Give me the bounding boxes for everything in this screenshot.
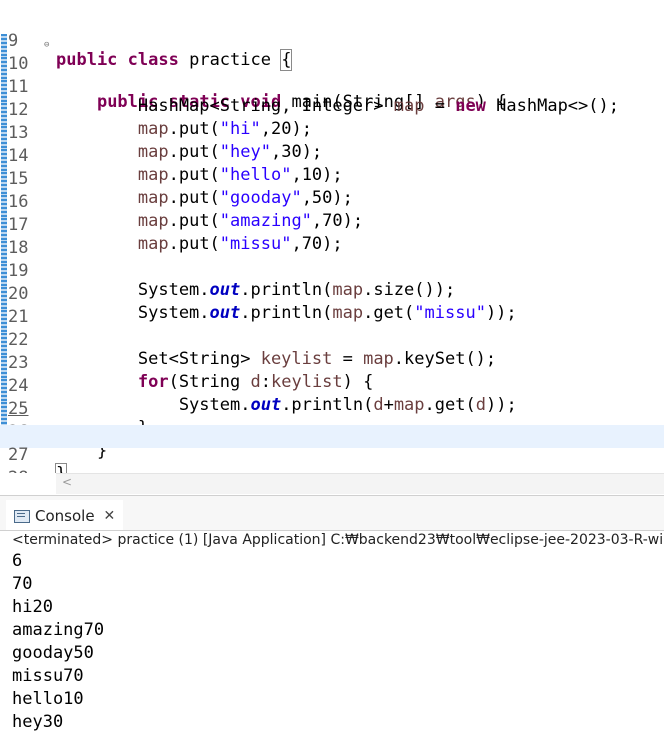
code-line: 12 map.put("hi",20); xyxy=(0,80,664,139)
code-line: 25 } xyxy=(0,379,664,438)
code-editor[interactable]: 9 public class practice { 10 ⊖ public st… xyxy=(0,0,664,473)
code-line: 21 xyxy=(0,287,664,327)
output-line: hello10 xyxy=(12,689,84,709)
console-icon xyxy=(14,509,30,523)
output-line: missu70 xyxy=(12,666,84,686)
code-line: 20 System.out.println(map.get("missu")); xyxy=(0,264,664,323)
code-line: 22 Set<String> keylist = map.keySet(); xyxy=(0,310,664,369)
code-line: 13 map.put("hey",30); xyxy=(0,103,664,162)
current-line-highlight: 27 } xyxy=(0,425,664,473)
output-line: hey30 xyxy=(12,712,64,732)
console-output[interactable]: 6 70 hi20 amazing70 gooday50 missu70 hel… xyxy=(12,550,662,734)
console-status-line: <terminated> practice (1) [Java Applicat… xyxy=(12,532,664,548)
tab-console-label: Console xyxy=(35,507,95,525)
code-line: 14 map.put("hello",10); xyxy=(0,126,664,185)
fold-collapse-icon[interactable]: ⊖ xyxy=(44,34,49,57)
code-line: 18 xyxy=(0,218,664,258)
code-line: 24 System.out.println(d+map.get(d)); xyxy=(0,356,664,415)
horizontal-scrollbar[interactable]: < xyxy=(56,473,664,494)
code-line: 9 public class practice { xyxy=(0,11,664,71)
code-line: 17 map.put("missu",70); xyxy=(0,195,664,254)
code-line: 26 } xyxy=(0,402,664,461)
output-line: amazing70 xyxy=(12,620,105,640)
output-line: gooday50 xyxy=(12,643,94,663)
tab-console[interactable]: Console ✕ xyxy=(6,500,124,530)
output-line: hi20 xyxy=(12,597,53,617)
output-line: 6 xyxy=(12,551,23,571)
scroll-left-icon[interactable]: < xyxy=(62,475,72,489)
code-line: 23 for(String d:keylist) { xyxy=(0,333,664,392)
code-line: 11 HashMap<String, Integer> map = new Ha… xyxy=(0,57,664,116)
close-icon[interactable]: ✕ xyxy=(104,502,116,530)
code-line: 10 ⊖ public static void main(String[] ar… xyxy=(0,34,664,112)
console-view-tabbar: Console ✕ xyxy=(0,495,664,531)
code-line: 19 System.out.println(map.size()); xyxy=(0,241,664,300)
code-line: 15 map.put("gooday",50); xyxy=(0,149,664,208)
code-line: 16 map.put("amazing",70); xyxy=(0,172,664,231)
output-line: 70 xyxy=(12,574,33,594)
code-line: 28 xyxy=(0,448,664,473)
gutter-corner xyxy=(0,473,56,493)
